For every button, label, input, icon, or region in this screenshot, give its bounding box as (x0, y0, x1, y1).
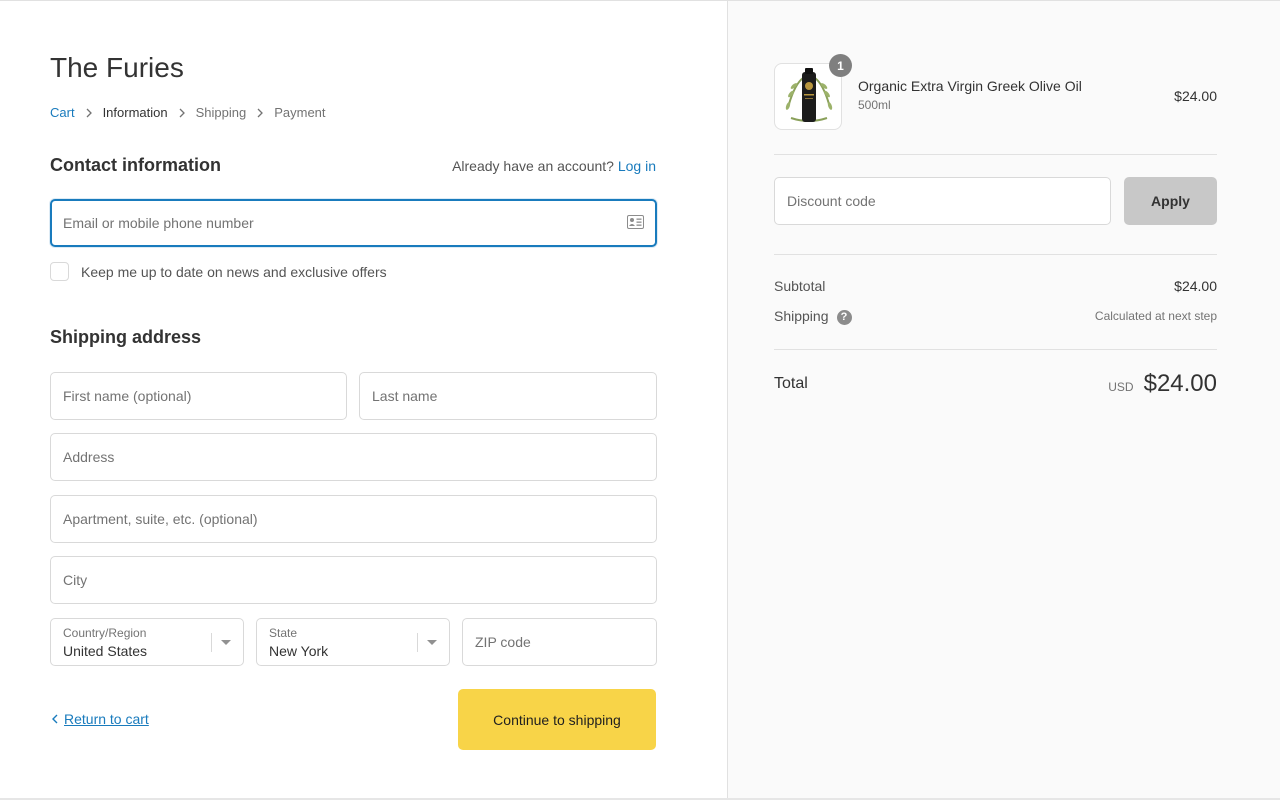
subtotal-row: Subtotal $24.00 (774, 278, 1217, 294)
country-value: United States (63, 643, 148, 659)
checkout-main: The Furies Cart Information Shipping Pay… (0, 0, 727, 800)
order-summary: 1 Organic Extra Virgin Greek Olive Oil 5… (727, 0, 1280, 800)
last-name-placeholder: Last name (372, 388, 438, 404)
select-divider (417, 633, 418, 652)
total-row: Total USD $24.00 (774, 370, 1217, 398)
newsletter-option[interactable]: Keep me up to date on news and exclusive… (50, 262, 387, 281)
city-field[interactable]: City (50, 556, 657, 604)
shipping-row: Shipping? Calculated at next step (774, 308, 1217, 325)
product-name: Organic Extra Virgin Greek Olive Oil (858, 78, 1082, 94)
address-placeholder: Address (63, 449, 115, 465)
return-to-cart-label: Return to cart (64, 711, 149, 727)
first-name-field[interactable]: First name (optional) (50, 372, 347, 420)
breadcrumb-payment: Payment (274, 105, 326, 120)
login-link[interactable]: Log in (618, 158, 656, 174)
discount-code-field[interactable]: Discount code (774, 177, 1111, 225)
breadcrumb-information: Information (102, 105, 168, 120)
shipping-value: Calculated at next step (1094, 309, 1217, 324)
apartment-field[interactable]: Apartment, suite, etc. (optional) (50, 495, 657, 543)
contact-card-icon[interactable] (627, 215, 644, 229)
product-thumbnail: 1 (774, 54, 852, 130)
city-placeholder: City (63, 572, 88, 588)
state-label: State (269, 626, 298, 640)
apartment-placeholder: Apartment, suite, etc. (optional) (63, 511, 258, 527)
zip-placeholder: ZIP code (475, 634, 531, 650)
store-title: The Furies (50, 52, 184, 83)
zip-field[interactable]: ZIP code (462, 618, 657, 666)
newsletter-checkbox[interactable] (50, 262, 69, 281)
country-select[interactable]: Country/Region United States (50, 618, 244, 666)
breadcrumb-cart[interactable]: Cart (50, 105, 75, 120)
caret-down-icon (427, 640, 437, 645)
return-to-cart-link[interactable]: Return to cart (50, 711, 149, 727)
select-divider (211, 633, 212, 652)
email-field[interactable]: Email or mobile phone number (50, 199, 657, 247)
shipping-address-heading: Shipping address (50, 327, 202, 347)
total-amount: $24.00 (1143, 370, 1217, 397)
chevron-right-icon (257, 108, 264, 117)
currency-code: USD (1108, 380, 1134, 394)
product-variant: 500ml (858, 98, 891, 112)
product-line-item: 1 Organic Extra Virgin Greek Olive Oil 5… (774, 54, 1217, 130)
account-prompt: Already have an account? Log in (452, 158, 656, 174)
divider (774, 254, 1217, 255)
breadcrumb: Cart Information Shipping Payment (50, 105, 326, 120)
divider (774, 154, 1217, 155)
subtotal-value: $24.00 (1174, 278, 1217, 294)
email-placeholder: Email or mobile phone number (63, 215, 254, 231)
country-label: Country/Region (63, 626, 147, 640)
apply-discount-button[interactable]: Apply (1124, 177, 1217, 225)
discount-code-placeholder: Discount code (787, 193, 876, 209)
divider (774, 349, 1217, 350)
shipping-label-group: Shipping? (774, 308, 852, 325)
quantity-badge: 1 (829, 54, 852, 77)
account-prompt-text: Already have an account? (452, 158, 614, 174)
continue-to-shipping-button[interactable]: Continue to shipping (458, 689, 656, 750)
chevron-left-icon (52, 714, 58, 724)
address-field[interactable]: Address (50, 433, 657, 481)
shipping-label: Shipping (774, 308, 829, 324)
state-select[interactable]: State New York (256, 618, 450, 666)
contact-information-heading: Contact information (50, 155, 221, 175)
last-name-field[interactable]: Last name (359, 372, 657, 420)
first-name-placeholder: First name (optional) (63, 388, 192, 404)
total-label: Total (774, 375, 808, 392)
total-amount-group: USD $24.00 (1108, 370, 1217, 398)
chevron-right-icon (86, 108, 92, 117)
breadcrumb-shipping: Shipping (195, 105, 247, 120)
newsletter-label: Keep me up to date on news and exclusive… (81, 263, 387, 280)
product-price: $24.00 (1174, 88, 1217, 104)
subtotal-label: Subtotal (774, 278, 826, 294)
help-question-icon[interactable]: ? (836, 309, 852, 325)
chevron-right-icon (179, 108, 185, 117)
state-value: New York (269, 643, 329, 659)
caret-down-icon (221, 640, 231, 645)
